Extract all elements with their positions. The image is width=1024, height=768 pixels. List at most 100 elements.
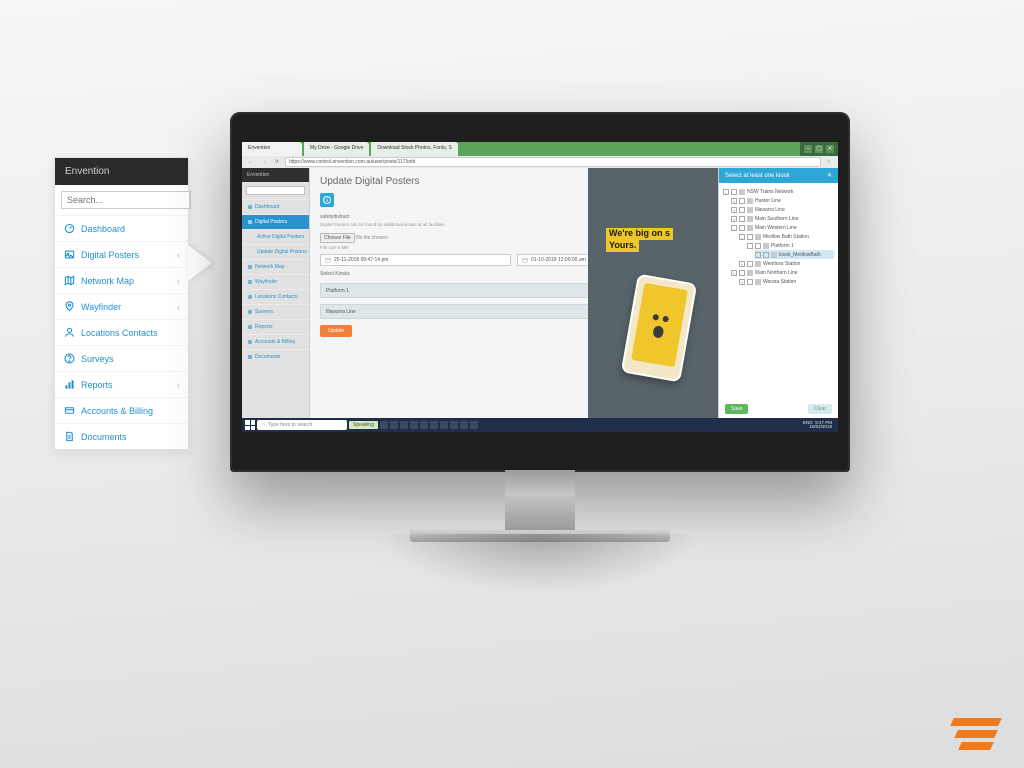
app-nav-item[interactable]: Digital Posters — [242, 214, 309, 229]
taskbar-clock[interactable]: ENG 9:47 PM 16/02/2019 — [803, 421, 835, 430]
reload-button[interactable]: ⟳ — [272, 158, 282, 166]
taskbar-app-icon[interactable] — [470, 421, 478, 429]
tree-toggle-icon[interactable]: – — [723, 189, 729, 195]
tree-checkbox[interactable] — [747, 234, 753, 240]
close-button[interactable]: ✕ — [826, 145, 834, 153]
url-field[interactable]: https://www.control.envention.com.au/use… — [285, 157, 821, 167]
tree-toggle-icon[interactable]: + — [731, 216, 737, 222]
tree-checkbox[interactable] — [739, 207, 745, 213]
app-nav-item[interactable]: Dashboard — [242, 199, 309, 214]
tree-node[interactable]: –NSW Trains Network — [723, 187, 834, 196]
tree-toggle-icon[interactable]: + — [731, 270, 737, 276]
browser-tab[interactable]: My Drive - Google Drive — [304, 142, 369, 156]
sidebar-item-documents[interactable]: Documents — [55, 423, 188, 449]
tree-node[interactable]: –Medlow Bath Station — [739, 232, 834, 241]
choose-file-button[interactable]: Choose File — [320, 233, 355, 243]
tree-checkbox[interactable] — [755, 243, 761, 249]
tree-toggle-icon[interactable]: – — [739, 234, 745, 240]
tree-toggle-icon[interactable] — [755, 252, 761, 258]
tree-node[interactable]: + Hunter Line — [731, 196, 834, 205]
tree-checkbox[interactable] — [739, 225, 745, 231]
app-nav-item[interactable]: Accounts & Billing — [242, 334, 309, 349]
taskbar-app-icon[interactable] — [380, 421, 388, 429]
sidebar-item-locations-contacts[interactable]: Locations Contacts — [55, 319, 188, 345]
forward-button[interactable]: → — [259, 158, 269, 166]
tree-checkbox[interactable] — [747, 261, 753, 267]
maximize-button[interactable]: ▢ — [815, 145, 823, 153]
bars-icon — [64, 379, 75, 390]
nav-label: Network Map — [255, 264, 284, 270]
tree-toggle-icon[interactable] — [747, 243, 753, 249]
kiosk-save-button[interactable]: Save — [725, 404, 748, 414]
tree-toggle-icon[interactable]: – — [731, 225, 737, 231]
kiosk-panel-close-icon[interactable]: ✕ — [827, 172, 832, 179]
search-input[interactable] — [61, 191, 189, 209]
sidebar-item-dashboard[interactable]: Dashboard — [55, 215, 188, 241]
app-nav: DashboardDigital PostersActive Digital P… — [242, 199, 309, 364]
app-nav-item[interactable]: Active Digital Posters — [242, 229, 309, 244]
app-nav-item[interactable]: Wayfinder — [242, 274, 309, 289]
sidebar-item-reports[interactable]: Reports‹ — [55, 371, 188, 397]
tree-node[interactable]: +Warara Station — [739, 277, 834, 286]
taskbar-app-icon[interactable] — [450, 421, 458, 429]
nav-icon — [248, 355, 252, 359]
tree-node[interactable]: kiosk_MedlowBath — [755, 250, 834, 259]
sidebar-search — [55, 185, 188, 215]
app-nav-item[interactable]: Locations Contacts — [242, 289, 309, 304]
minimize-button[interactable]: – — [804, 145, 812, 153]
app-search-input[interactable] — [246, 186, 305, 195]
map-icon — [64, 275, 75, 286]
callout-arrow — [188, 245, 212, 281]
taskbar-date: 16/02/2019 — [809, 424, 832, 429]
tree-node-icon — [747, 207, 753, 213]
app-nav-item[interactable]: Network Map — [242, 259, 309, 274]
back-button[interactable]: ← — [246, 158, 256, 166]
sidebar-item-network-map[interactable]: Network Map‹ — [55, 267, 188, 293]
app-nav-item[interactable]: Documents — [242, 349, 309, 364]
browser-tab[interactable]: Download Stock Photos, Fonts, S — [371, 142, 457, 156]
tree-checkbox[interactable] — [747, 279, 753, 285]
app-nav-item[interactable]: Surveys — [242, 304, 309, 319]
app-nav-item[interactable]: Reports — [242, 319, 309, 334]
star-icon[interactable]: ☆ — [824, 158, 834, 166]
taskbar-search[interactable]: ○ Type here to search — [257, 420, 347, 430]
taskbar-app-icon[interactable] — [460, 421, 468, 429]
nav-icon — [248, 325, 252, 329]
tree-node[interactable]: +Wentloss Station — [739, 259, 834, 268]
browser-tab-strip: Envention My Drive - Google Drive Downlo… — [242, 142, 838, 156]
tree-node[interactable]: –Main Western Line — [731, 223, 834, 232]
tree-checkbox[interactable] — [763, 252, 769, 258]
tree-toggle-icon[interactable]: + — [739, 261, 745, 267]
sidebar-item-surveys[interactable]: Surveys — [55, 345, 188, 371]
sidebar-item-digital-posters[interactable]: Digital Posters‹ — [55, 241, 188, 267]
taskbar-app-icon[interactable] — [420, 421, 428, 429]
tree-checkbox[interactable] — [739, 216, 745, 222]
taskbar-app-icon[interactable] — [400, 421, 408, 429]
info-button[interactable] — [320, 193, 334, 207]
tree-toggle-icon[interactable]: + — [731, 207, 737, 213]
taskbar-app-icon[interactable] — [390, 421, 398, 429]
date-from-input[interactable]: 25-11-2018 09:47:14 pm — [320, 254, 511, 266]
taskbar-app-icon[interactable] — [410, 421, 418, 429]
tree-toggle-icon[interactable]: + — [731, 198, 737, 204]
sidebar-item-wayfinder[interactable]: Wayfinder‹ — [55, 293, 188, 319]
tree-node[interactable]: +Main Southern Line — [731, 214, 834, 223]
tree-node[interactable]: +Illawarra Line — [731, 205, 834, 214]
taskbar-app-icon[interactable] — [440, 421, 448, 429]
tree-node[interactable]: Platform 1 — [747, 241, 834, 250]
search-button[interactable] — [189, 191, 191, 209]
tree-checkbox[interactable] — [739, 198, 745, 204]
tree-checkbox[interactable] — [731, 189, 737, 195]
update-button[interactable]: Update — [320, 325, 352, 337]
tree-checkbox[interactable] — [739, 270, 745, 276]
tree-node-icon — [739, 189, 745, 195]
app-nav-item[interactable]: Update Digital Posters — [242, 244, 309, 259]
tree-node[interactable]: +Main Northern Line — [731, 268, 834, 277]
browser-tab[interactable]: Envention — [242, 142, 302, 156]
start-button[interactable] — [245, 420, 255, 430]
tree-node-label: Hunter Line — [755, 198, 781, 204]
tree-toggle-icon[interactable]: + — [739, 279, 745, 285]
taskbar-app-icon[interactable] — [430, 421, 438, 429]
kiosk-clear-button[interactable]: Clear — [808, 404, 832, 414]
sidebar-item-accounts-billing[interactable]: Accounts & Billing — [55, 397, 188, 423]
